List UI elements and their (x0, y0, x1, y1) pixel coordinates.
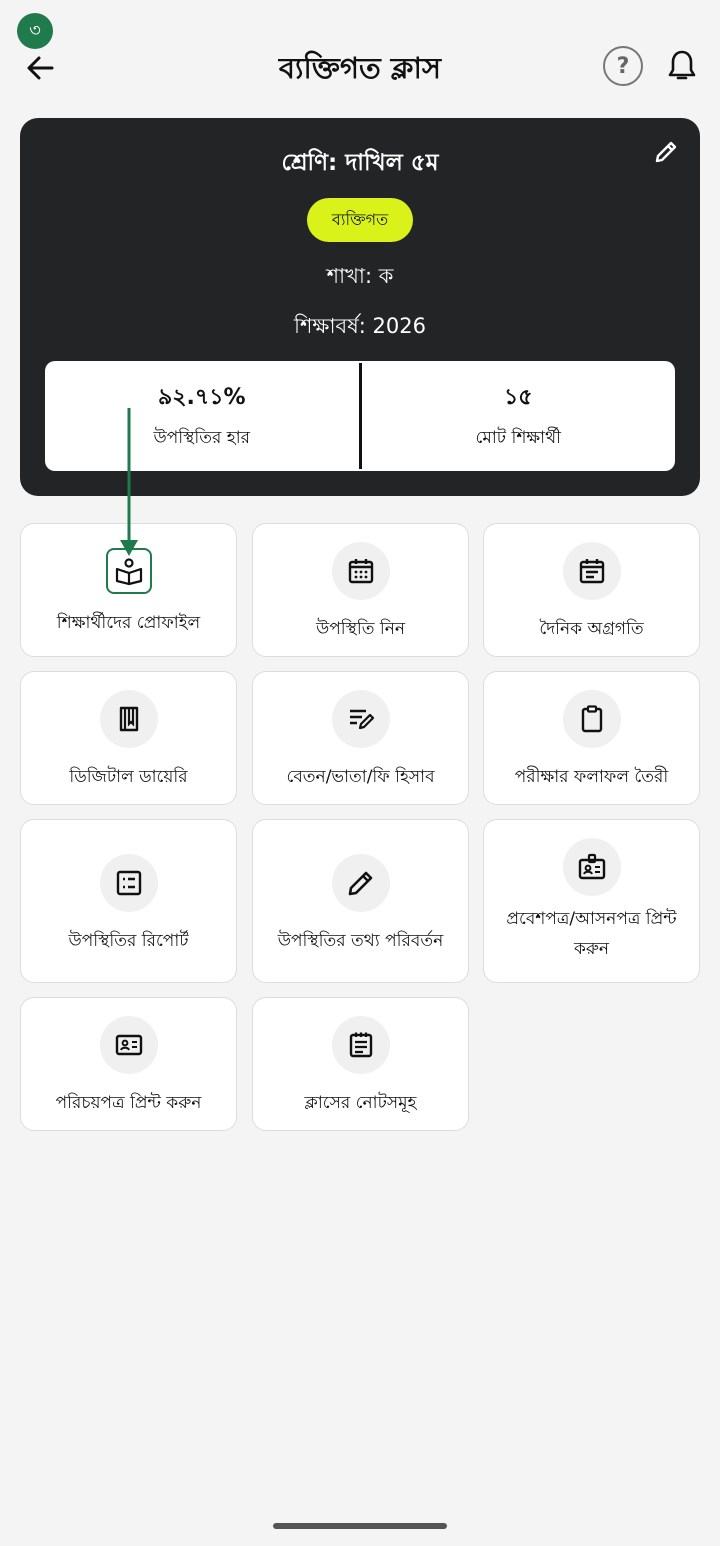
clipboard-icon (562, 690, 621, 748)
tile-label: প্রবেশপত্র/আসনপত্র প্রিন্ট করুন (506, 909, 677, 959)
menu-tile-edit-attendance[interactable]: উপস্থিতির তথ্য পরিবর্তন (252, 819, 469, 983)
calendar-list-icon (562, 542, 621, 600)
list-report-icon (99, 854, 158, 912)
academic-year-text: শিক্ষাবর্ষ: 2026 (294, 314, 426, 338)
total-students-stat: ১৫ মোট শিক্ষার্থী (362, 361, 676, 471)
menu-tile-print-id-card[interactable]: পরিচয়পত্র প্রিন্ট করুন (20, 997, 237, 1131)
class-type-badge: ব্যক্তিগত (307, 198, 413, 242)
help-button[interactable]: ? (603, 46, 643, 86)
calendar-icon (331, 542, 390, 600)
stat-label: উপস্থিতির হার (153, 427, 250, 448)
diary-book-icon (99, 690, 158, 748)
menu-tile-digital-diary[interactable]: ডিজিটাল ডায়েরি (20, 671, 237, 805)
menu-tile-fee-accounts[interactable]: বেতন/ভাতা/ফি হিসাব (252, 671, 469, 805)
tile-label: ক্লাসের নোটসমূহ (304, 1093, 417, 1113)
app-header: ব্যক্তিগত ক্লাস ? (0, 30, 720, 102)
tile-label: শিক্ষার্থীদের প্রোফাইল (56, 613, 201, 633)
class-name: শ্রেণি: দাখিল ৫ম (281, 150, 439, 176)
notes-icon (331, 1016, 390, 1074)
menu-tile-attendance-report[interactable]: উপস্থিতির রিপোর্ট (20, 819, 237, 983)
tile-label: উপস্থিতির রিপোর্ট (68, 931, 189, 951)
attendance-rate-stat: ৯২.৭১% উপস্থিতির হার (45, 361, 359, 471)
tutorial-arrow-icon (120, 408, 138, 556)
tile-label: পরীক্ষার ফলাফল তৈরী (514, 767, 669, 787)
menu-tile-print-admit-card[interactable]: প্রবেশপত্র/আসনপত্র প্রিন্ট করুন (483, 819, 700, 983)
tile-label: দৈনিক অগ্রগতি (539, 619, 644, 639)
help-icon: ? (616, 53, 630, 79)
tile-label: উপস্থিতির তথ্য পরিবর্তন (277, 931, 444, 951)
section-text: শাখা: ক (326, 264, 394, 288)
tile-label: বেতন/ভাতা/ফি হিসাব (286, 767, 435, 787)
menu-tile-exam-results[interactable]: পরীক্ষার ফলাফল তৈরী (483, 671, 700, 805)
edit-note-icon (331, 690, 390, 748)
tile-label: পরিচয়পত্র প্রিন্ট করুন (55, 1093, 202, 1113)
notification-button[interactable] (660, 44, 704, 88)
admit-badge-icon (562, 838, 621, 896)
menu-tile-class-notes[interactable]: ক্লাসের নোটসমূহ (252, 997, 469, 1131)
bell-icon (668, 50, 696, 80)
tile-label: ডিজিটাল ডায়েরি (69, 767, 188, 787)
home-indicator[interactable] (273, 1523, 447, 1529)
tile-label: উপস্থিতি নিন (315, 619, 406, 639)
stat-value: ১৫ (503, 384, 533, 410)
id-card-icon (99, 1016, 158, 1074)
pencil-icon (331, 854, 390, 912)
stat-value: ৯২.৭১% (157, 384, 246, 410)
menu-tile-daily-progress[interactable]: দৈনিক অগ্রগতি (483, 523, 700, 657)
menu-tile-take-attendance[interactable]: উপস্থিতি নিন (252, 523, 469, 657)
stat-label: মোট শিক্ষার্থী (475, 427, 561, 448)
